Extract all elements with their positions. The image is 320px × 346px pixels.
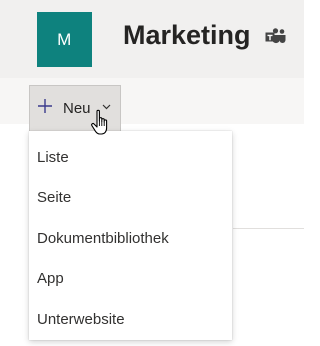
menu-item-label: App xyxy=(37,269,64,287)
menu-item-label: Liste xyxy=(37,148,69,166)
content-divider xyxy=(233,228,304,229)
menu-item-label: Dokumentbibliothek xyxy=(37,229,169,247)
site-title[interactable]: Marketing xyxy=(123,18,251,52)
site-logo-letter: M xyxy=(57,29,72,49)
new-dropdown-menu: Liste Seite Dokumentbibliothek App Unter… xyxy=(29,131,232,340)
new-button-label: Neu xyxy=(63,100,91,117)
plus-icon xyxy=(38,99,52,113)
menu-item-document-library[interactable]: Dokumentbibliothek xyxy=(29,218,232,258)
menu-item-label: Unterwebsite xyxy=(37,310,125,328)
menu-item-subsite[interactable]: Unterwebsite xyxy=(29,299,232,339)
site-logo-tile[interactable]: M xyxy=(37,12,92,67)
hand-pointer-icon xyxy=(91,109,108,135)
menu-item-list[interactable]: Liste xyxy=(29,137,232,177)
teams-icon[interactable] xyxy=(265,28,287,46)
menu-item-page[interactable]: Seite xyxy=(29,177,232,217)
menu-item-app[interactable]: App xyxy=(29,258,232,298)
menu-item-label: Seite xyxy=(37,188,72,206)
